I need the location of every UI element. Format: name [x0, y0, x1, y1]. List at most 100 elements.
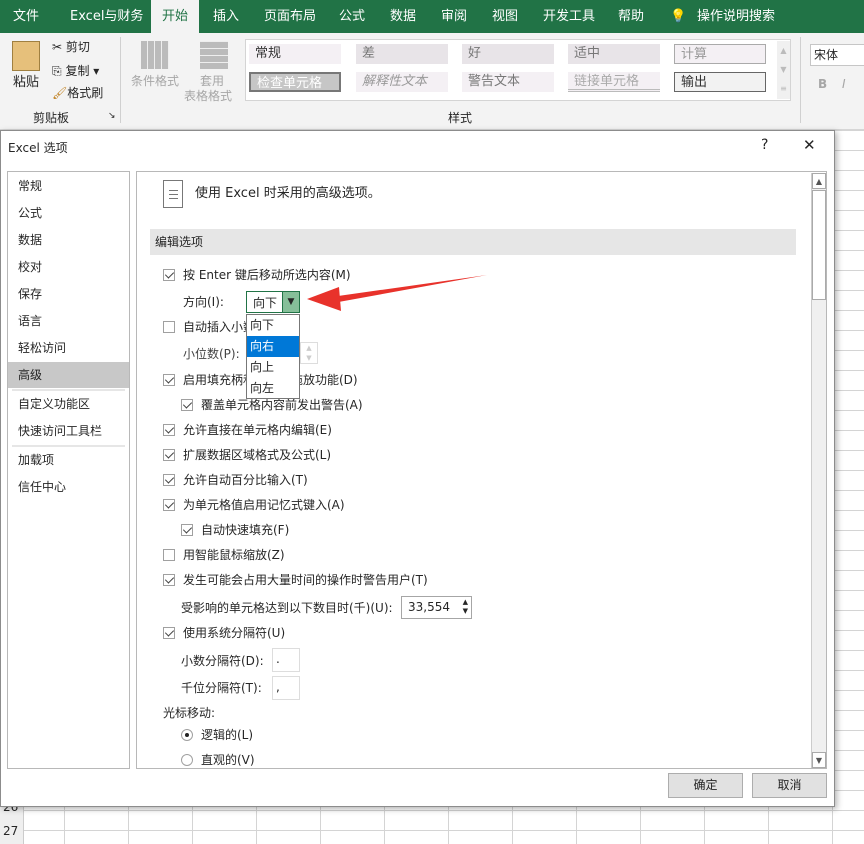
- nav-trust-center[interactable]: 信任中心: [8, 474, 129, 500]
- checkbox[interactable]: [163, 321, 175, 333]
- checkbox[interactable]: [163, 449, 175, 461]
- autocomplete-option[interactable]: 为单元格值启用记忆式键入(A): [163, 496, 345, 514]
- direction-option-left[interactable]: 向左: [247, 378, 299, 399]
- direction-select[interactable]: 向下 ▼: [246, 291, 300, 313]
- direction-option-right[interactable]: 向右: [247, 336, 299, 357]
- checkbox[interactable]: [163, 499, 175, 511]
- nav-data[interactable]: 数据: [8, 227, 129, 253]
- checkbox[interactable]: [163, 574, 175, 586]
- checkbox[interactable]: [163, 269, 175, 281]
- alert-slow-option[interactable]: 发生可能会占用大量时间的操作时警告用户(T): [163, 571, 428, 589]
- checkbox[interactable]: [163, 424, 175, 436]
- style-explanatory[interactable]: 解释性文本: [356, 72, 448, 92]
- checkbox[interactable]: [181, 524, 193, 536]
- extend-formats-option[interactable]: 扩展数据区域格式及公式(L): [163, 446, 331, 464]
- tab-page-layout[interactable]: 页面布局: [264, 0, 316, 33]
- cursor-movement-label: 光标移动:: [163, 706, 216, 720]
- radio[interactable]: [181, 754, 193, 766]
- conditional-format-icon: [141, 41, 169, 69]
- italic-button[interactable]: I: [842, 77, 846, 91]
- group-divider: [800, 37, 801, 123]
- tab-file[interactable]: 文件: [13, 0, 39, 33]
- gallery-scroll[interactable]: ▲ ▼ ≡: [777, 41, 790, 99]
- style-output[interactable]: 输出: [674, 72, 766, 92]
- visual-radio[interactable]: 直观的(V): [181, 751, 255, 768]
- direction-option-down[interactable]: 向下: [247, 315, 299, 336]
- bold-button[interactable]: B: [818, 77, 827, 91]
- cut-button[interactable]: ✂ 剪切: [52, 38, 90, 55]
- auto-percent-option[interactable]: 允许自动百分比输入(T): [163, 471, 308, 489]
- cancel-button[interactable]: 取消: [752, 773, 827, 798]
- cells-affected-spinner[interactable]: 33,554 ▲ ▼: [401, 596, 472, 619]
- scroll-down-icon[interactable]: ▼: [812, 752, 826, 768]
- section-editing-options: 编辑选项: [150, 229, 796, 255]
- tab-excel-finance[interactable]: Excel与财务: [70, 0, 143, 33]
- checkbox[interactable]: [163, 627, 175, 639]
- format-painter-button[interactable]: 🖌格式刷: [52, 84, 103, 101]
- nav-general[interactable]: 常规: [8, 173, 129, 199]
- style-warning[interactable]: 警告文本: [462, 72, 554, 92]
- tab-home[interactable]: 开始: [151, 0, 200, 33]
- direction-label: 方向(I):: [183, 295, 224, 309]
- tab-developer[interactable]: 开发工具: [543, 0, 595, 33]
- intellimouse-option[interactable]: 用智能鼠标缩放(Z): [163, 546, 285, 564]
- paste-button[interactable]: 粘贴: [13, 71, 39, 90]
- logical-radio[interactable]: 逻辑的(L): [181, 726, 253, 744]
- checkbox[interactable]: [163, 549, 175, 561]
- decimal-places-spinner[interactable]: ▲ ▼: [300, 342, 318, 364]
- conditional-format-button[interactable]: 条件格式: [131, 72, 179, 89]
- row-header-27[interactable]: 27: [3, 824, 18, 838]
- nav-customize-ribbon[interactable]: 自定义功能区: [8, 391, 129, 417]
- tab-review[interactable]: 审阅: [441, 0, 467, 33]
- font-name-input[interactable]: 宋体: [810, 44, 864, 66]
- advanced-options-panel: 使用 Excel 时采用的高级选项。 编辑选项 按 Enter 键后移动所选内容…: [136, 171, 827, 769]
- tab-formulas[interactable]: 公式: [339, 0, 365, 33]
- scroll-up-icon[interactable]: ▲: [812, 173, 826, 189]
- spinner-arrows-icon[interactable]: ▲ ▼: [463, 598, 468, 616]
- checkbox[interactable]: [163, 374, 175, 386]
- nav-formulas[interactable]: 公式: [8, 200, 129, 226]
- nav-advanced[interactable]: 高级: [8, 362, 129, 388]
- copy-button[interactable]: ⎘ 复制 ▾: [52, 62, 99, 79]
- dialog-launcher-icon[interactable]: ↘: [108, 111, 116, 121]
- direction-option-up[interactable]: 向上: [247, 357, 299, 378]
- style-neutral[interactable]: 适中: [568, 44, 660, 64]
- style-calculation[interactable]: 计算: [674, 44, 766, 64]
- tab-insert[interactable]: 插入: [213, 0, 239, 33]
- style-check-cell[interactable]: 检查单元格: [249, 72, 341, 92]
- checkbox[interactable]: [163, 474, 175, 486]
- nav-save[interactable]: 保存: [8, 281, 129, 307]
- decimal-separator-input[interactable]: .: [272, 648, 300, 672]
- format-as-table-icon: [200, 41, 228, 69]
- clipboard-group-label: 剪贴板: [33, 111, 70, 125]
- nav-quick-access-toolbar[interactable]: 快速访问工具栏: [8, 418, 129, 444]
- nav-accessibility[interactable]: 轻松访问: [8, 335, 129, 361]
- nav-addins[interactable]: 加载项: [8, 447, 129, 473]
- style-bad[interactable]: 差: [356, 44, 448, 64]
- close-button[interactable]: ✕: [803, 136, 816, 154]
- nav-proofing[interactable]: 校对: [8, 254, 129, 280]
- paste-icon: [12, 41, 40, 71]
- document-icon: [163, 180, 183, 208]
- help-button[interactable]: ?: [761, 137, 768, 153]
- thousands-separator-input[interactable]: ,: [272, 676, 300, 700]
- style-good[interactable]: 好: [462, 44, 554, 64]
- edit-in-cell-option[interactable]: 允许直接在单元格内编辑(E): [163, 421, 332, 439]
- style-linked-cell[interactable]: 链接单元格: [568, 72, 660, 92]
- format-as-table-label-2[interactable]: 表格格式: [184, 87, 232, 104]
- radio[interactable]: [181, 729, 193, 741]
- tab-view[interactable]: 视图: [492, 0, 518, 33]
- tell-me-search[interactable]: 操作说明搜索: [697, 0, 775, 33]
- tab-data[interactable]: 数据: [390, 0, 416, 33]
- tab-help[interactable]: 帮助: [618, 0, 644, 33]
- ok-button[interactable]: 确定: [668, 773, 743, 798]
- vertical-scrollbar[interactable]: ▲ ▼: [811, 173, 826, 768]
- flash-fill-option[interactable]: 自动快速填充(F): [181, 521, 289, 539]
- system-separator-option[interactable]: 使用系统分隔符(U): [163, 624, 285, 642]
- scrollbar-thumb[interactable]: [812, 190, 826, 300]
- checkbox[interactable]: [181, 399, 193, 411]
- panel-header: 使用 Excel 时采用的高级选项。: [195, 186, 381, 201]
- scissors-icon: ✂: [52, 40, 63, 54]
- nav-language[interactable]: 语言: [8, 308, 129, 334]
- style-normal[interactable]: 常规: [249, 44, 341, 64]
